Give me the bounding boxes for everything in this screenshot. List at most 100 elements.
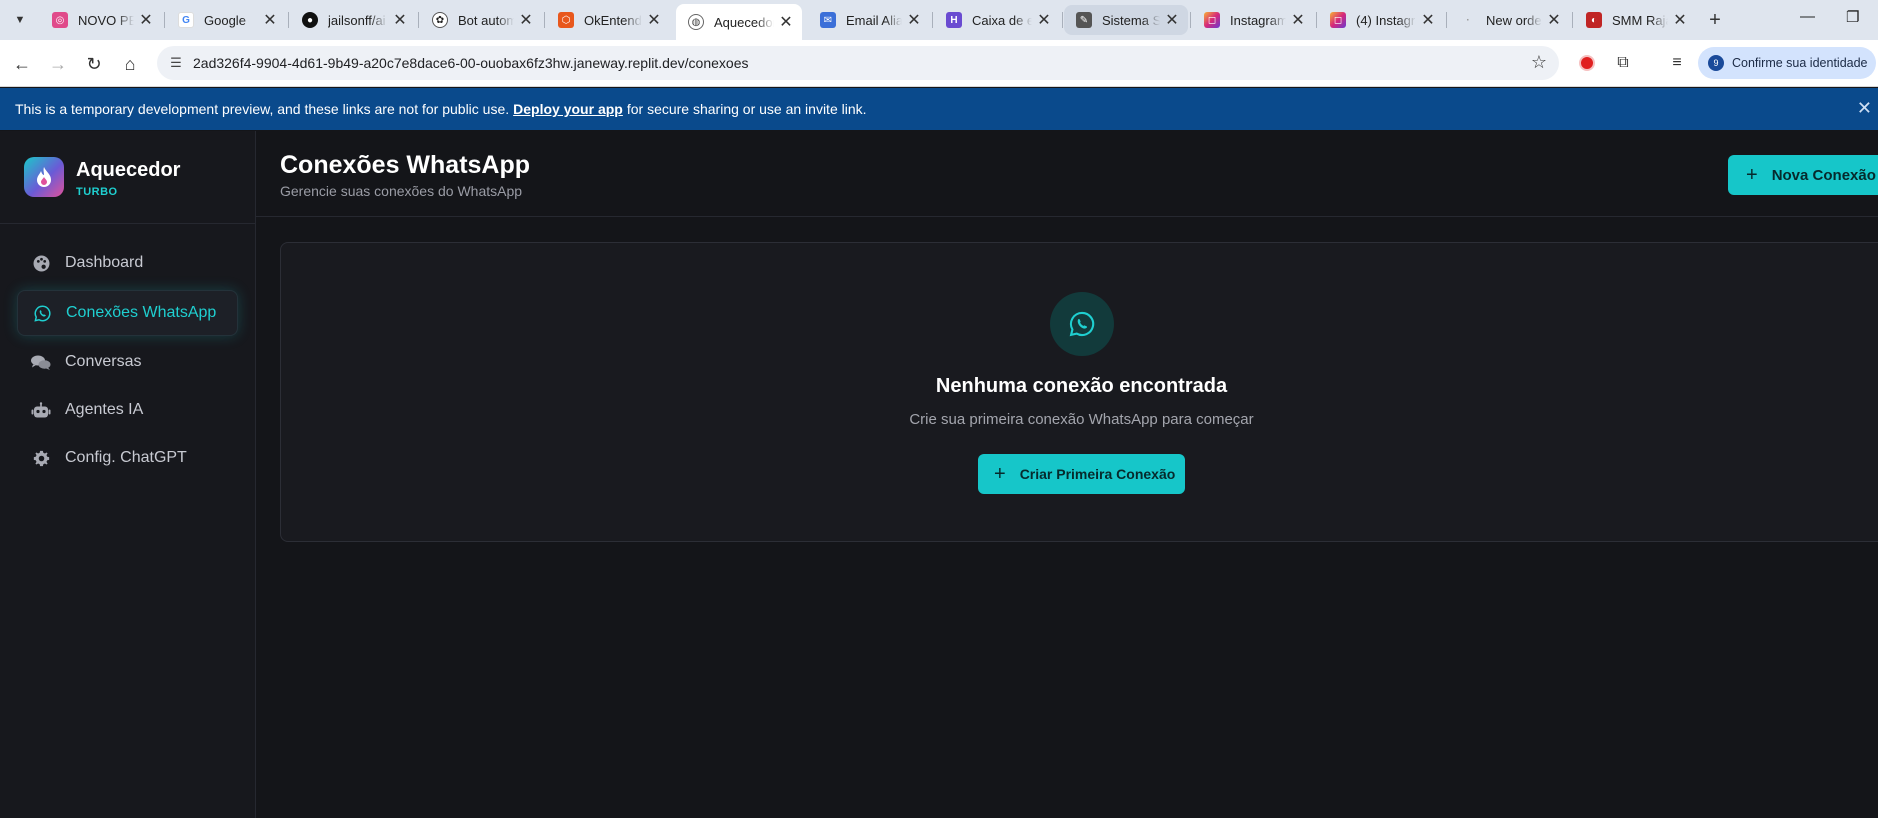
back-arrow-icon[interactable]: ← — [8, 50, 36, 78]
page-title: Conexões WhatsApp — [280, 151, 531, 179]
browser-tab[interactable]: ✎ Sistema Sa ✕ — [1064, 5, 1188, 35]
minimize-icon[interactable]: — — [1800, 8, 1815, 25]
bookmark-star-icon[interactable]: ☆ — [1531, 52, 1547, 73]
tab-title: jailsonff/ai — [328, 12, 386, 28]
tab-divider — [544, 12, 545, 28]
sidebar-item-config-chatgpt[interactable]: Config. ChatGPT — [17, 435, 238, 481]
browser-tab[interactable]: ✉ Email Alias ✕ — [808, 5, 930, 35]
connections-empty-panel: Nenhuma conexão encontrada Crie sua prim… — [280, 242, 1878, 542]
tab-title: Email Alias — [846, 12, 902, 28]
identity-button[interactable]: 9 Confirme sua identidade — [1698, 47, 1876, 79]
tab-title: Instagram — [1230, 12, 1286, 28]
close-icon[interactable]: ✕ — [1857, 98, 1872, 119]
avatar: 9 — [1708, 55, 1724, 71]
close-icon[interactable]: ✕ — [262, 10, 278, 30]
sidebar-item-label: Conexões WhatsApp — [66, 304, 217, 321]
whatsapp-icon — [32, 303, 52, 323]
extensions-puzzle-icon[interactable]: ⧉ — [1612, 52, 1634, 74]
page-subtitle: Gerencie suas conexões do WhatsApp — [280, 183, 523, 199]
browser-tab[interactable]: ◎ NOVO PEDIDO ✕ — [40, 5, 162, 35]
browser-tab[interactable]: ◻ (4) Instagram ✕ — [1318, 5, 1444, 35]
tab-divider — [288, 12, 289, 28]
deploy-app-link[interactable]: Deploy your app — [513, 101, 623, 117]
close-icon[interactable]: ✕ — [1036, 10, 1052, 30]
close-icon[interactable]: ✕ — [778, 12, 794, 32]
sidebar-item-dashboard[interactable]: Dashboard — [17, 240, 238, 286]
restore-window-icon[interactable]: ❐ — [1846, 8, 1859, 26]
browser-tab[interactable]: H Caixa de entrada ✕ — [934, 5, 1060, 35]
browser-tab-active[interactable]: ◍ Aquecedor ✕ — [676, 4, 802, 40]
openai-icon: ✿ — [432, 12, 448, 28]
browser-tab[interactable]: ◐ SMM Raja ✕ — [1574, 5, 1696, 35]
app-icon: ⬡ — [558, 12, 574, 28]
app-icon: ◐ — [1586, 12, 1602, 28]
page-header: Conexões WhatsApp Gerencie suas conexões… — [256, 131, 1878, 217]
close-icon[interactable]: ✕ — [1420, 10, 1436, 30]
browser-tab[interactable]: ⬡ OkEntendi ✕ — [546, 5, 670, 35]
close-icon[interactable]: ✕ — [1290, 10, 1306, 30]
tab-divider — [1062, 12, 1063, 28]
browser-tab[interactable]: ● jailsonff/ai ✕ — [290, 5, 416, 35]
banner-text-after: for secure sharing or use an invite link… — [626, 101, 867, 117]
tab-divider — [1572, 12, 1573, 28]
sidebar-item-conexoes-whatsapp[interactable]: Conexões WhatsApp — [17, 290, 238, 336]
reload-icon[interactable]: ↻ — [80, 50, 108, 78]
tab-divider — [1446, 12, 1447, 28]
close-icon[interactable]: ✕ — [1164, 10, 1180, 30]
tab-divider — [932, 12, 933, 28]
browser-tab[interactable]: ✿ Bot automação ✕ — [420, 5, 542, 35]
tab-search-chevron-icon[interactable]: ▼ — [8, 8, 32, 32]
brand: Aquecedor TURBO — [0, 131, 256, 224]
sidebar-item-label: Conversas — [65, 353, 142, 370]
tab-divider — [164, 12, 165, 28]
tab-title: (4) Instagram — [1356, 12, 1416, 28]
criar-primeira-conexao-button[interactable]: + Criar Primeira Conexão — [978, 454, 1185, 494]
close-icon[interactable]: ✕ — [518, 10, 534, 30]
tab-title: SMM Raja — [1612, 12, 1668, 28]
forward-arrow-icon[interactable]: → — [44, 50, 72, 78]
browser-tab[interactable]: · New order ✕ — [1448, 5, 1570, 35]
browser-toolbar: ← → ↻ ⌂ ☰ 2ad326f4-9904-4d61-9b49-a20c7e… — [0, 40, 1878, 87]
sidebar-item-agentes-ia[interactable]: Agentes IA — [17, 387, 238, 433]
url-text[interactable]: 2ad326f4-9904-4d61-9b49-a20c7e8dace6-00-… — [193, 55, 748, 71]
tab-title: Google — [204, 12, 246, 28]
brand-subtitle: TURBO — [76, 186, 118, 198]
globe-icon: ◍ — [688, 14, 704, 30]
empty-state-title: Nenhuma conexão encontrada — [935, 375, 1228, 397]
media-control-icon[interactable]: ≡ — [1666, 52, 1688, 74]
plus-icon: + — [994, 462, 1006, 485]
plus-icon: + — [1746, 163, 1758, 186]
nova-conexao-button[interactable]: + Nova Conexão — [1728, 155, 1878, 195]
browser-tab[interactable]: G Google ✕ — [166, 5, 286, 35]
github-icon: ● — [302, 12, 318, 28]
new-tab-plus-icon[interactable]: + — [1703, 8, 1727, 32]
browser-tab[interactable]: ◻ Instagram ✕ — [1192, 5, 1314, 35]
sidebar-item-conversas[interactable]: Conversas — [17, 339, 238, 385]
address-bar[interactable]: ☰ 2ad326f4-9904-4d61-9b49-a20c7e8dace6-0… — [157, 46, 1559, 80]
mail-icon: ✉ — [820, 12, 836, 28]
app-icon: ◎ — [52, 12, 68, 28]
sidebar: Aquecedor TURBO Dashboard Conexões Whats… — [0, 131, 256, 818]
record-extension-icon[interactable] — [1576, 52, 1598, 74]
empty-state-text: Crie sua primeira conexão WhatsApp para … — [909, 411, 1254, 428]
robot-icon — [31, 400, 51, 420]
tab-title: Sistema Sa — [1102, 12, 1160, 28]
identity-label: Confirme sua identidade — [1732, 56, 1868, 70]
criar-primeira-conexao-label: Criar Primeira Conexão — [1019, 466, 1176, 482]
tab-title: Aquecedor — [714, 14, 774, 30]
instagram-icon: ◻ — [1204, 12, 1220, 28]
close-icon[interactable]: ✕ — [1672, 10, 1688, 30]
tab-divider — [1316, 12, 1317, 28]
instagram-icon: ◻ — [1330, 12, 1346, 28]
gear-icon — [31, 448, 51, 468]
close-icon[interactable]: ✕ — [138, 10, 154, 30]
close-icon[interactable]: ✕ — [646, 10, 662, 30]
site-settings-icon[interactable]: ☰ — [167, 54, 185, 72]
close-icon[interactable]: ✕ — [392, 10, 408, 30]
close-icon[interactable]: ✕ — [1546, 10, 1562, 30]
home-icon[interactable]: ⌂ — [116, 50, 144, 78]
nova-conexao-label: Nova Conexão — [1771, 166, 1876, 184]
app-icon: H — [946, 12, 962, 28]
dev-preview-banner: This is a temporary development preview,… — [0, 88, 1878, 130]
close-icon[interactable]: ✕ — [906, 10, 922, 30]
